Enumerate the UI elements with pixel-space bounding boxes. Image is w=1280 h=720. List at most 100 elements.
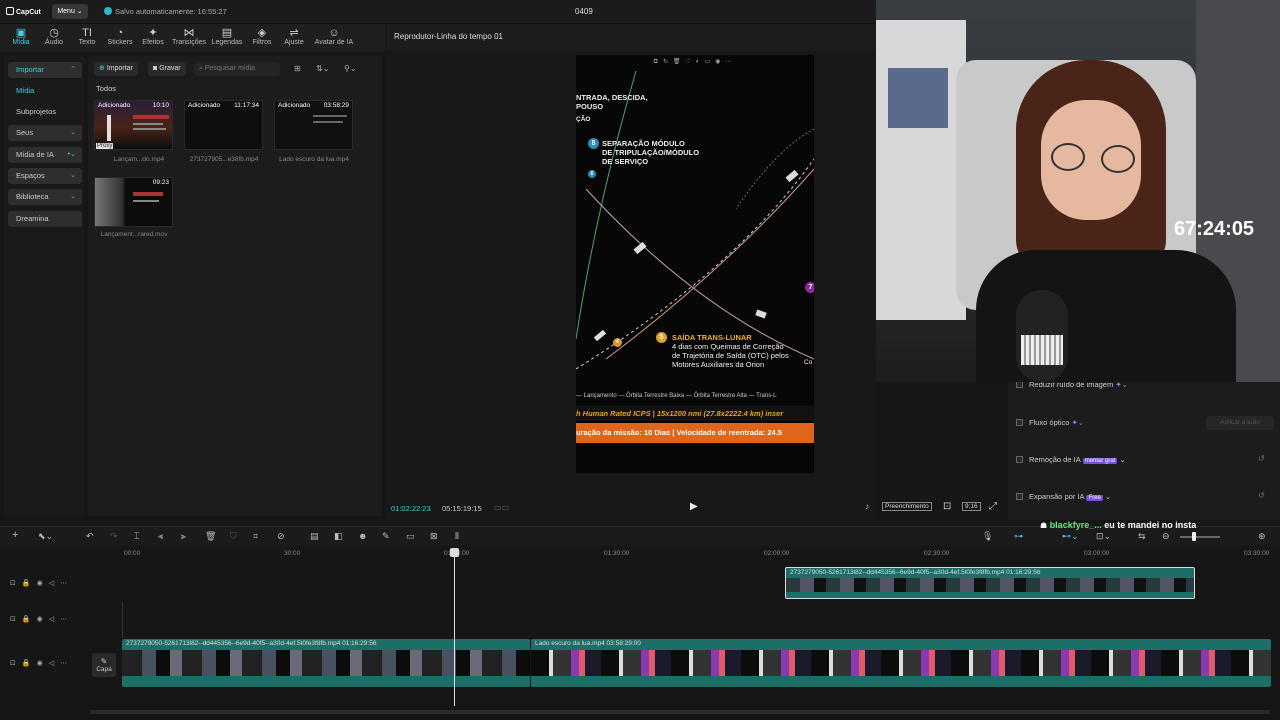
- zoom-slider[interactable]: [1180, 536, 1220, 538]
- import-button[interactable]: ⊕ Importar: [94, 62, 138, 76]
- sidebar-item-library[interactable]: Biblioteca ⌄: [8, 189, 82, 205]
- tab-captions[interactable]: ▤ Legendas: [209, 27, 245, 46]
- checkbox[interactable]: [1016, 493, 1023, 500]
- audio-icon: ◷: [49, 27, 59, 39]
- checkbox[interactable]: [1016, 419, 1023, 426]
- audio-wave-icon[interactable]: ⦀: [455, 531, 459, 542]
- ai-expansion-row[interactable]: Expansão por IA Free ⌄: [1016, 492, 1111, 501]
- timeline-tracks: ⊡🔒◉◁⋯ ⊡🔒◉◁⋯ ⊡🔒◉◁⋯ ✎ Capa 2737279050-52617…: [0, 560, 1280, 710]
- tab-audio[interactable]: ◷ Áudio: [36, 27, 72, 46]
- timecode-format-icon[interactable]: ▭▭: [494, 503, 509, 512]
- freeze-icon[interactable]: ▤: [310, 531, 319, 542]
- mission-banner: uração da missão: 10 Dias | Velocidade d…: [576, 423, 814, 443]
- tab-media[interactable]: ▣ Mídia: [3, 27, 39, 46]
- play-icon[interactable]: ▶: [690, 501, 698, 512]
- magic-icon[interactable]: ✎: [382, 531, 390, 542]
- checkbox[interactable]: [1016, 456, 1023, 463]
- sidebar-item-media[interactable]: Mídia: [8, 83, 82, 99]
- tab-stickers[interactable]: ◔ Stickers: [102, 27, 138, 46]
- ruler-tick: 02:00:00: [764, 550, 790, 557]
- tab-effects[interactable]: ✦ Efeitos: [135, 27, 171, 46]
- filter-icon: ◈: [257, 27, 267, 39]
- tab-text[interactable]: TI Texto: [69, 27, 105, 46]
- optical-flow-row[interactable]: Fluxo óptico ✦⌄: [1016, 418, 1084, 427]
- microphone-icon[interactable]: 🎙: [982, 531, 993, 542]
- speed-icon[interactable]: ⊘: [277, 531, 285, 542]
- compress-icon[interactable]: ⇆: [1138, 531, 1146, 542]
- split-left-icon[interactable]: ⫷: [158, 531, 163, 542]
- preview-text: SAÍDA TRANS-LUNAR: [672, 333, 752, 342]
- clip-thumbnails: [531, 650, 1271, 676]
- person-icon[interactable]: ☻: [358, 531, 367, 541]
- view-toggle-icon[interactable]: ⊞: [294, 64, 301, 73]
- shield-icon[interactable]: ⛉: [230, 531, 237, 542]
- media-filename: Lado escuro da lua.mp4: [279, 156, 349, 163]
- rocket-thumbnail: [107, 115, 111, 141]
- sort-icon[interactable]: ⇅⌄: [316, 64, 329, 73]
- proxy-badge: Proxy: [96, 143, 114, 149]
- mirror-icon[interactable]: ◧: [334, 531, 343, 542]
- timeline-clip[interactable]: 2737279050-5261713l82--dd445356--6e9d-40…: [122, 639, 530, 687]
- sidebar-item-ai-media[interactable]: Mídia de IA •⌄: [8, 147, 82, 163]
- video-preview[interactable]: ⧉↻🗑♡◐▭◉⋯ NTRADA, DESCIDA, POUSO ÇÃO 8 SE…: [576, 55, 814, 473]
- undo-icon[interactable]: ↶: [86, 531, 94, 542]
- zoom-in-icon[interactable]: ⊕: [1258, 531, 1266, 542]
- preview-text: 4 dias com Queimas de Correção: [672, 342, 784, 351]
- apply-all-button[interactable]: Aplicar a tudo: [1206, 416, 1274, 430]
- cover-button[interactable]: ✎ Capa: [92, 653, 116, 677]
- playhead-handle[interactable]: [450, 548, 459, 557]
- media-item[interactable]: Adicionado 10:10 Proxy: [94, 100, 173, 150]
- image-edit-icon[interactable]: ⊠: [430, 531, 438, 542]
- filter-icon[interactable]: ⚲⌄: [344, 64, 357, 73]
- tab-ai-avatar[interactable]: ☺ Avatar de IA: [313, 27, 355, 46]
- zoom-slider-handle[interactable]: [1192, 532, 1196, 541]
- media-item[interactable]: Adicionado 03:58:29: [274, 100, 353, 150]
- record-button[interactable]: ◙ Gravar: [148, 62, 186, 76]
- sidebar-item-spaces[interactable]: Espaços ⌄: [8, 168, 82, 184]
- menu-button[interactable]: Menu ⌄: [52, 4, 88, 19]
- clip-thumbnails: [786, 578, 1194, 592]
- fullscreen-icon[interactable]: ⤢: [989, 501, 997, 512]
- split-icon[interactable]: ⌶: [134, 531, 139, 542]
- zoom-out-icon[interactable]: ⊖: [1162, 531, 1170, 542]
- timeline-scrollbar[interactable]: [90, 710, 1270, 714]
- checkbox[interactable]: [1016, 381, 1023, 388]
- preview-axis-icon[interactable]: ⊡⌄: [1096, 531, 1111, 542]
- timeline-clip[interactable]: Lado escuro da lua.mp4 03:58:29:00: [531, 639, 1271, 687]
- media-sidebar: Importar ⌃ Mídia Subprojetos Seus ⌄ Mídia …: [4, 56, 84, 516]
- ruler-tick: 03:30:00: [1244, 550, 1270, 557]
- aspect-ratio-button[interactable]: 9:16: [962, 502, 981, 511]
- add-track-icon[interactable]: +: [12, 529, 18, 541]
- crop-icon[interactable]: ⌗: [253, 531, 258, 542]
- track-controls[interactable]: ⊡🔒◉◁⋯: [10, 579, 73, 587]
- timeline-clip[interactable]: 2737279050-5261713l82--dd445356--6e9d-40…: [785, 567, 1195, 599]
- tab-transitions[interactable]: ⋈ Transições: [171, 27, 207, 46]
- tab-adjust[interactable]: ⇌ Ajuste: [276, 27, 312, 46]
- split-right-icon[interactable]: ⫸: [181, 531, 186, 542]
- tab-filters[interactable]: ◈ Filtros: [244, 27, 280, 46]
- fill-mode-button[interactable]: Preenchimento: [882, 502, 932, 511]
- screenshot-icon[interactable]: ⊡: [943, 501, 951, 512]
- media-item[interactable]: Adicionado 11:17:34: [184, 100, 263, 150]
- sidebar-item-subprojects[interactable]: Subprojetos: [8, 104, 82, 120]
- sidebar-item-dreamina[interactable]: Dreamina: [8, 211, 82, 227]
- playhead[interactable]: [454, 548, 455, 706]
- reset-icon[interactable]: ↺: [1258, 491, 1265, 500]
- media-item[interactable]: 09:23: [94, 177, 173, 227]
- search-input[interactable]: ⌕ Pesquisar mídia: [194, 62, 280, 76]
- track-controls[interactable]: ⊡🔒◉◁⋯: [10, 615, 73, 623]
- snap-icon[interactable]: ⊷⌄: [1062, 531, 1079, 542]
- track-controls[interactable]: ⊡🔒◉◁⋯: [10, 659, 73, 667]
- reset-icon[interactable]: ↺: [1258, 454, 1265, 463]
- ai-removal-row[interactable]: Remoção de IA mentar grat ⌄: [1016, 455, 1126, 464]
- select-tool-icon[interactable]: ⬉⌄: [38, 531, 53, 542]
- link-icon[interactable]: ⊶: [1014, 531, 1023, 542]
- caption-icon[interactable]: ▭: [406, 531, 415, 542]
- delete-icon[interactable]: 🗑: [205, 531, 216, 542]
- audio-settings-icon[interactable]: ♪: [865, 502, 869, 511]
- sidebar-item-yours[interactable]: Seus ⌄: [8, 125, 82, 141]
- person-shirt: [976, 250, 1236, 382]
- preview-toolbar[interactable]: ⧉↻🗑♡◐▭◉⋯: [576, 55, 814, 69]
- sidebar-item-import[interactable]: Importar ⌃: [8, 62, 82, 78]
- redo-icon[interactable]: ↷: [110, 531, 118, 542]
